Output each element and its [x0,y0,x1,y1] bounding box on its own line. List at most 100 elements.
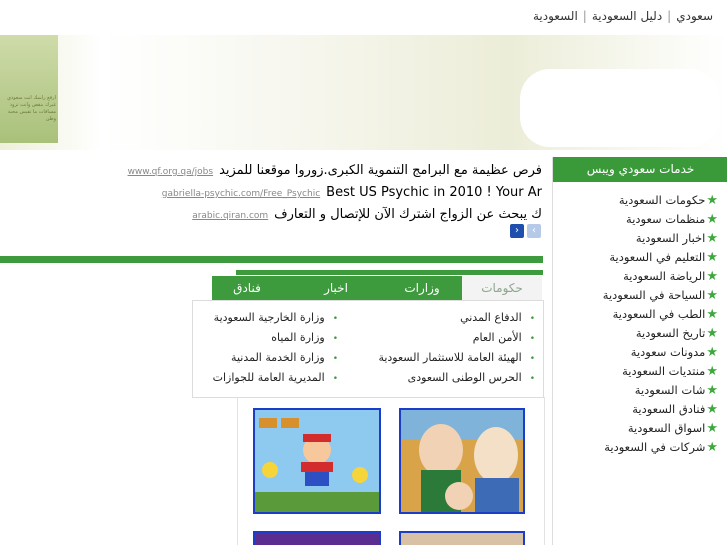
sidebar-item[interactable]: ★منظمات سعودية [626,210,718,229]
sidebar-item[interactable]: ★السياحة في السعودية [603,286,718,305]
list-item[interactable]: • وزارة الخارجية السعودية [214,311,338,324]
banner-slogan: ارفع راسك انت سعودي غيرك ينقص وانت تزود … [7,95,56,122]
star-icon: ★ [706,231,718,246]
sidebar-item[interactable]: ★مدونات سعودية [631,343,718,362]
mario-thumbnail[interactable] [253,408,381,514]
sidebar-item-label[interactable]: منتديات السعودية [622,364,705,378]
list-item[interactable]: • الدفاع المدني [460,311,535,324]
sidebar-item-label[interactable]: مدونات سعودية [631,345,706,359]
ad-prev-button[interactable]: ‹ [527,224,541,238]
sidebar-item-label[interactable]: حكومات السعودية [619,193,705,207]
ad-row[interactable]: gabriella-psychic.com/Free_Psychic Best U… [162,181,542,203]
list-item[interactable]: • المديرية العامة للجوازات [213,371,338,384]
top-nav-link-saudi-guide[interactable]: دليل السعودية [592,9,662,23]
services-sidebar: خدمات سعودي ويبس ★حكومات السعودية ★منظما… [552,157,727,545]
star-icon: ★ [706,307,718,322]
star-icon: ★ [706,269,718,284]
list-item-label[interactable]: وزارة المياه [271,331,324,344]
star-icon: ★ [706,212,718,227]
sidebar-item-label[interactable]: تاريخ السعودية [636,326,705,340]
sidebar-item-label[interactable]: اخبار السعودية [636,231,705,245]
star-icon: ★ [706,421,718,436]
tab-ministries[interactable]: وزارات [382,276,462,301]
sidebar-item[interactable]: ★شات السعودية [635,381,718,400]
star-icon: ★ [706,193,718,208]
nav-separator: | [582,9,587,23]
games-grid [237,397,545,545]
ad-row[interactable]: www.qf.org.qa/jobs فرص عظيمة مع البرامج ا… [128,159,542,181]
sidebar-item[interactable]: ★الرياضة السعودية [623,267,718,286]
sidebar-item-label[interactable]: فنادق السعودية [632,402,705,416]
sidebar-item-label[interactable]: السياحة في السعودية [603,288,706,302]
sponsored-links: www.qf.org.qa/jobs فرص عظيمة مع البرامج ا… [0,157,542,227]
star-icon: ★ [706,402,718,417]
list-item-label[interactable]: الحرس الوطنى السعودى [408,371,522,384]
tab-hotels[interactable]: فنادق [212,276,282,301]
game-thumbnail[interactable] [399,531,525,545]
list-item-label[interactable]: الأمن العام [473,331,522,344]
game-thumbnail[interactable] [253,531,381,545]
ad-next-button[interactable]: › [510,224,524,238]
tab-news[interactable]: اخبار [304,276,368,301]
sidebar-item-label[interactable]: التعليم في السعودية [609,250,705,264]
sidebar-item-label[interactable]: شات السعودية [635,383,706,397]
sidebar-item-label[interactable]: شركات في السعودية [604,440,705,454]
sidebar-item-label[interactable]: الرياضة السعودية [623,269,705,283]
list-item-label[interactable]: وزارة الخارجية السعودية [214,311,325,324]
list-item[interactable]: • الحرس الوطنى السعودى [408,371,535,384]
sidebar-item-label[interactable]: اسواق السعودية [628,421,705,435]
ad-title[interactable]: ك يبحث عن الزواج اشترك الآن للإتصال و ال… [274,207,542,222]
sidebar-item[interactable]: ★شركات في السعودية [604,438,718,457]
star-icon: ★ [706,250,718,265]
banner-logo-graphic: ارفع راسك انت سعودي غيرك ينقص وانت تزود … [0,35,58,143]
star-icon: ★ [706,345,718,360]
bullet-icon: • [529,334,535,344]
bullet-icon: • [332,334,338,344]
sidebar-item[interactable]: ★فنادق السعودية [632,400,718,419]
ad-url[interactable]: arabic.qiran.com [192,211,268,221]
star-icon: ★ [706,364,718,379]
list-item-label[interactable]: المديرية العامة للجوازات [213,371,325,384]
header-banner: ارفع راسك انت سعودي غيرك ينقص وانت تزود … [0,35,727,150]
top-nav-link-saudi-arabia[interactable]: السعودية [533,9,578,23]
sidebar-item[interactable]: ★التعليم في السعودية [609,248,718,267]
mario-game-image [255,410,379,512]
bullet-icon: • [332,374,338,384]
ad-url[interactable]: gabriella-psychic.com/Free_Psychic [162,189,320,199]
sidebar-item[interactable]: ★اسواق السعودية [628,419,718,438]
star-icon: ★ [706,326,718,341]
sidebar-item-label[interactable]: الطب في السعودية [613,307,706,321]
list-item-label[interactable]: الهيئة العامة للاستثمار السعودية [378,351,521,364]
sidebar-item[interactable]: ★الطب في السعودية [613,305,718,324]
sidebar-item[interactable]: ★منتديات السعودية [622,362,718,381]
sidebar-item[interactable]: ★تاريخ السعودية [636,324,718,343]
bullet-icon: • [332,314,338,324]
star-icon: ★ [706,440,718,455]
ad-url[interactable]: www.qf.org.qa/jobs [128,167,214,177]
ad-row[interactable]: arabic.qiran.com ك يبحث عن الزواج اشترك ا… [192,203,542,225]
sidebar-item[interactable]: ★اخبار السعودية [636,229,718,248]
green-divider [236,270,543,275]
ad-title[interactable]: فرص عظيمة مع البرامج التنموية الكبرى.زور… [219,163,542,178]
family-guy-thumbnail[interactable] [399,408,525,514]
list-item-label[interactable]: الدفاع المدني [460,311,522,324]
list-item[interactable]: • الهيئة العامة للاستثمار السعودية [378,351,535,364]
sidebar-item-label[interactable]: منظمات سعودية [626,212,705,226]
top-nav: سعودي | دليل السعودية | السعودية [533,9,713,23]
nav-separator: | [667,9,672,23]
list-item[interactable]: • الأمن العام [473,331,535,344]
tab-panel: • الدفاع المدني • الأمن العام • الهيئة العا… [192,300,544,398]
list-item[interactable]: • وزارة المياه [271,331,338,344]
top-nav-link-saudi[interactable]: سعودي [676,9,713,23]
cartoon-family-image [401,410,523,512]
sidebar-title: خدمات سعودي ويبس [553,157,727,182]
bullet-icon: • [529,354,535,364]
sidebar-item[interactable]: ★حكومات السعودية [619,191,718,210]
tab-governments[interactable]: حكومات [462,276,542,301]
star-icon: ★ [706,288,718,303]
category-tabs: فنادق اخبار وزارات حكومات [212,276,542,301]
ad-title[interactable]: Best US Psychic in 2010 ! Your Ar [326,185,542,200]
bullet-icon: • [332,354,338,364]
list-item[interactable]: • وزارة الخدمة المدنية [231,351,338,364]
list-item-label[interactable]: وزارة الخدمة المدنية [231,351,325,364]
